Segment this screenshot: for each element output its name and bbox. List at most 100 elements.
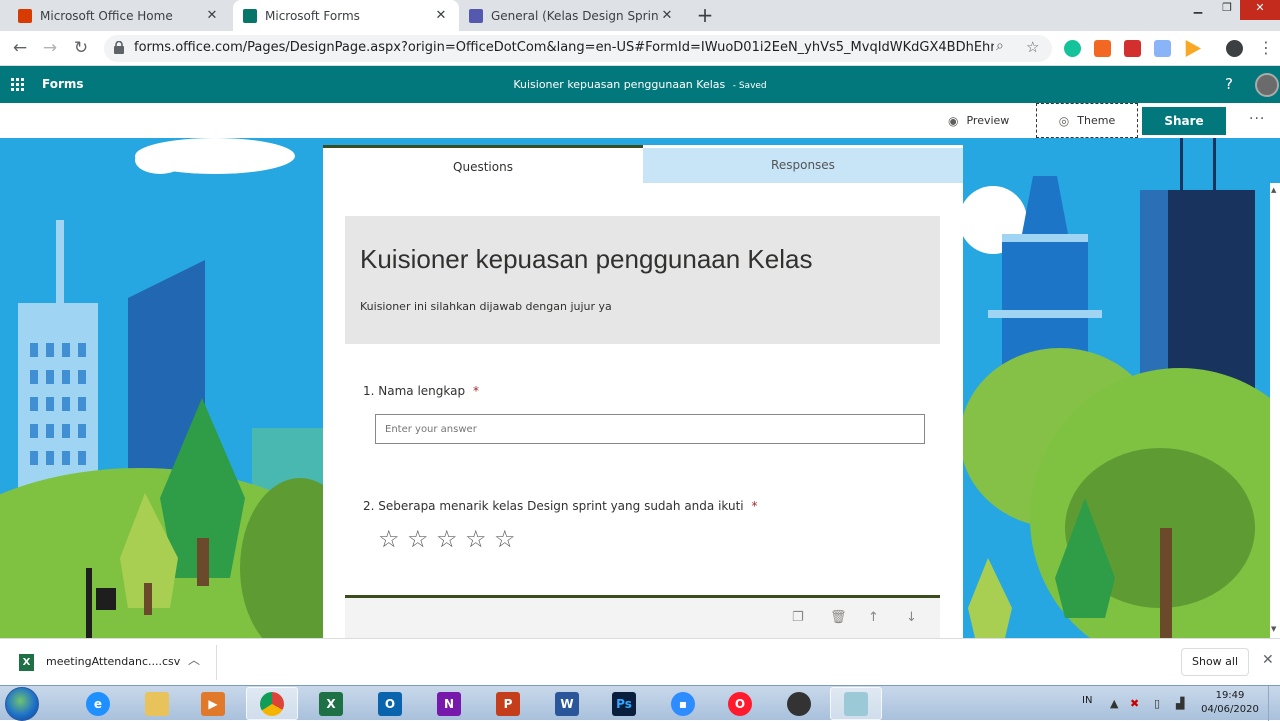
network-error-icon[interactable]: ✖ [1130, 697, 1139, 710]
divider [216, 645, 217, 680]
tab-title: Microsoft Forms [265, 8, 360, 23]
name-answer-input[interactable] [375, 414, 925, 444]
show-all-button[interactable]: Show all [1181, 648, 1249, 676]
theme-label: Theme [1077, 114, 1116, 127]
copy-icon[interactable]: ❐ [792, 610, 804, 625]
address-bar[interactable]: forms.office.com/Pages/DesignPage.aspx?o… [104, 35, 1052, 62]
share-button[interactable]: Share [1142, 107, 1226, 135]
star-icon[interactable]: ☆ [494, 526, 523, 552]
required-marker: * [472, 384, 479, 398]
taskbar-excel[interactable]: X [305, 687, 357, 720]
form-description[interactable]: Kuisioner ini silahkan dijawab dengan ju… [360, 300, 612, 313]
internet-explorer-icon: e [86, 691, 110, 716]
page-scrollbar[interactable] [1270, 183, 1280, 638]
star-icon[interactable]: ☆ [436, 526, 465, 552]
tab-office-home[interactable]: Microsoft Office Home ✕ [8, 0, 230, 31]
system-clock[interactable]: 19:49 04/06/2020 [1200, 689, 1260, 717]
clock-time: 19:49 [1215, 690, 1245, 701]
question-2-label[interactable]: 2. Seberapa menarik kelas Design sprint … [363, 499, 757, 513]
more-options-icon[interactable]: ··· [1249, 111, 1265, 127]
new-tab-button[interactable]: + [693, 4, 717, 28]
download-file-name[interactable]: meetingAttendanc....csv [46, 655, 180, 668]
forms-app-bar: Forms Kuisioner kepuasan penggunaan Kela… [0, 66, 1280, 103]
close-icon[interactable]: ✕ [433, 8, 449, 23]
taskbar-photoshop[interactable]: Ps [598, 687, 650, 720]
question-edit-card[interactable]: ❐ 🗑 ↑ ↓ [345, 595, 940, 638]
window-close-icon[interactable]: ✕ [1240, 0, 1280, 20]
signal-icon[interactable]: ▟ [1176, 697, 1184, 710]
form-title-text: Kuisioner kepuasan penggunaan Kelas [513, 78, 726, 91]
windows-start-icon[interactable] [5, 687, 39, 721]
taskbar-file-explorer[interactable] [131, 687, 183, 720]
teams-icon [469, 8, 483, 23]
tab-questions[interactable]: Questions [323, 145, 643, 183]
form-header-card[interactable]: Kuisioner kepuasan penggunaan Kelas Kuis… [345, 216, 940, 344]
tab-microsoft-forms[interactable]: Microsoft Forms ✕ [233, 0, 459, 31]
extension-icon[interactable] [1094, 40, 1111, 57]
street-lamp [86, 568, 92, 638]
chevron-up-icon[interactable]: ︿ [188, 651, 200, 668]
bookmark-star-icon[interactable]: ☆ [1026, 38, 1039, 56]
help-icon[interactable]: ? [1225, 75, 1233, 93]
tab-responses[interactable]: Responses [643, 148, 963, 183]
taskbar-internet-explorer[interactable]: e [72, 687, 124, 720]
forward-arrow-icon[interactable]: → [38, 37, 62, 61]
app-icon [844, 691, 868, 716]
delete-icon[interactable]: 🗑 [830, 610, 847, 625]
minimize-icon[interactable]: ▁ [1183, 0, 1213, 20]
tab-teams-general[interactable]: General (Kelas Design Sprint 1) | M ✕ [459, 0, 685, 31]
play-icon[interactable] [1185, 40, 1201, 57]
taskbar-app[interactable] [830, 687, 882, 720]
command-bar: ◉ Preview ◎ Theme Share ··· [0, 103, 1280, 138]
taskbar-chrome[interactable] [246, 687, 298, 720]
close-icon[interactable]: ✕ [204, 8, 220, 23]
preview-button[interactable]: ◉ Preview [948, 103, 1009, 138]
tab-title: Microsoft Office Home [40, 8, 173, 23]
form-title[interactable]: Kuisioner kepuasan penggunaan Kelas [360, 244, 812, 275]
close-icon[interactable]: ✕ [659, 8, 675, 23]
star-icon[interactable]: ☆ [407, 526, 436, 552]
taskbar-onenote[interactable]: N [423, 687, 475, 720]
theme-button[interactable]: ◎ Theme [1036, 103, 1138, 138]
form-canvas: Questions Responses Kuisioner kepuasan p… [323, 145, 963, 638]
taskbar-app[interactable] [773, 687, 825, 720]
move-up-icon[interactable]: ↑ [868, 610, 879, 625]
reload-icon[interactable]: ↻ [69, 37, 93, 61]
extension-icon[interactable] [1124, 40, 1141, 57]
maximize-icon[interactable]: ❐ [1212, 0, 1242, 20]
close-icon[interactable]: ✕ [1262, 652, 1274, 668]
back-arrow-icon[interactable]: ← [8, 37, 32, 61]
eye-icon: ◉ [948, 113, 959, 128]
scroll-up-icon[interactable]: ▲ [1271, 186, 1276, 194]
docs-icon[interactable] [1154, 40, 1171, 57]
taskbar-word[interactable]: W [541, 687, 593, 720]
search-icon[interactable]: ⌕ [996, 38, 1004, 54]
powerpoint-icon: P [496, 691, 520, 716]
taskbar-opera[interactable]: O [714, 687, 766, 720]
taskbar-media-player[interactable]: ▶ [187, 687, 239, 720]
avatar[interactable] [1255, 73, 1279, 97]
language-indicator[interactable]: IN [1082, 695, 1092, 706]
taskbar-powerpoint[interactable]: P [482, 687, 534, 720]
chrome-icon [260, 691, 284, 716]
battery-icon[interactable]: ▯ [1154, 697, 1160, 710]
grammarly-icon[interactable] [1064, 40, 1081, 57]
excel-icon: X [319, 691, 343, 716]
star-icon[interactable]: ☆ [378, 526, 407, 552]
photoshop-icon: Ps [612, 691, 636, 716]
media-player-icon: ▶ [201, 691, 225, 716]
office-icon [18, 8, 32, 23]
taskbar-outlook[interactable]: O [364, 687, 416, 720]
taskbar-zoom[interactable]: ▪ [657, 687, 709, 720]
profile-icon[interactable] [1226, 40, 1243, 57]
show-hidden-icons-icon[interactable]: ▲ [1110, 697, 1118, 710]
show-desktop-button[interactable] [1268, 686, 1280, 721]
question-number: 1. [363, 384, 375, 398]
move-down-icon[interactable]: ↓ [906, 610, 917, 625]
scroll-down-icon[interactable]: ▼ [1271, 625, 1276, 633]
star-icon[interactable]: ☆ [465, 526, 494, 552]
preview-label: Preview [966, 114, 1010, 127]
chrome-menu-icon[interactable]: ⋮ [1258, 38, 1274, 57]
question-1-label[interactable]: 1. Nama lengkap * [363, 384, 479, 398]
browser-tab-strip: Microsoft Office Home ✕ Microsoft Forms … [0, 0, 1280, 31]
